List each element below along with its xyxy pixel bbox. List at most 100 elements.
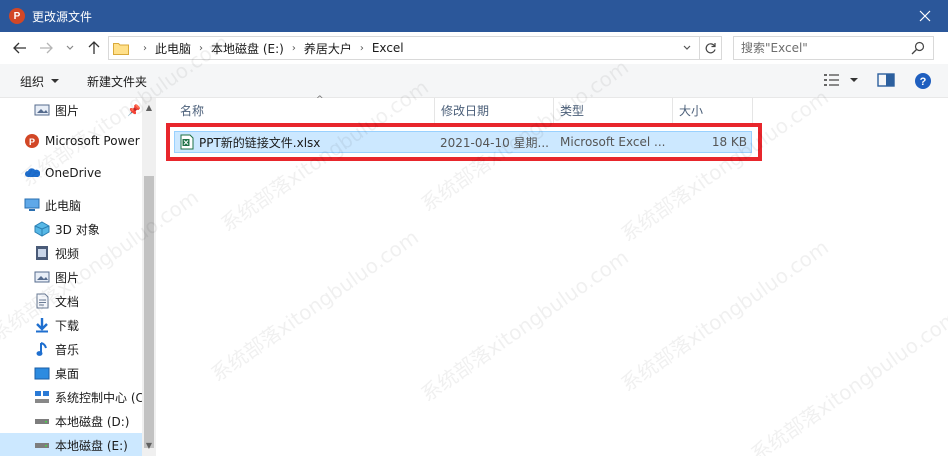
address-bar[interactable]: › 此电脑 › 本地磁盘 (E:) › 养居大户 › Excel bbox=[108, 36, 722, 60]
column-label: 修改日期 bbox=[441, 104, 490, 118]
svg-text:?: ? bbox=[920, 76, 927, 88]
pictures-icon bbox=[34, 269, 50, 285]
nav-item-label: 系统控制中心 (C bbox=[55, 390, 142, 405]
chevron-down-icon bbox=[850, 77, 858, 82]
nav-item-pictures-quick[interactable]: 图片 📌 bbox=[0, 98, 142, 122]
column-header-modified[interactable]: 修改日期 bbox=[435, 98, 554, 123]
breadcrumb-excel[interactable]: Excel bbox=[372, 41, 404, 55]
nav-item-pictures[interactable]: 图片 bbox=[0, 265, 142, 289]
nav-item-documents[interactable]: 文档 bbox=[0, 289, 142, 313]
nav-item-label: 音乐 bbox=[55, 342, 80, 357]
nav-item-label: 视频 bbox=[55, 246, 80, 261]
powerpoint-app-icon: P bbox=[9, 8, 25, 24]
back-button[interactable] bbox=[10, 38, 30, 58]
close-icon bbox=[919, 10, 931, 22]
nav-item-this-pc[interactable]: 此电脑 bbox=[0, 193, 142, 217]
nav-item-onedrive[interactable]: OneDrive bbox=[0, 161, 142, 185]
nav-item-label: Microsoft Power bbox=[45, 134, 140, 148]
help-button[interactable]: ? bbox=[914, 72, 932, 90]
documents-icon bbox=[34, 293, 50, 309]
powerpoint-icon: P bbox=[24, 133, 40, 149]
nav-item-powerpoint[interactable]: P Microsoft Power bbox=[0, 129, 142, 153]
file-size-cell: 18 KB bbox=[711, 135, 747, 149]
drive-icon bbox=[34, 413, 50, 429]
search-input[interactable] bbox=[741, 38, 911, 58]
breadcrumb-folder[interactable]: 养居大户 bbox=[304, 40, 352, 57]
breadcrumb-separator-icon: › bbox=[291, 42, 296, 54]
new-folder-label: 新建文件夹 bbox=[87, 75, 148, 89]
nav-item-downloads[interactable]: 下载 bbox=[0, 313, 142, 337]
nav-item-videos[interactable]: 视频 bbox=[0, 241, 142, 265]
refresh-icon bbox=[705, 42, 716, 53]
file-type-cell: Microsoft Excel ... bbox=[560, 135, 666, 149]
column-header-type[interactable]: 类型 bbox=[554, 98, 673, 123]
nav-item-label: 图片 bbox=[55, 270, 80, 285]
column-label: 类型 bbox=[560, 104, 585, 118]
breadcrumb-this-pc[interactable]: 此电脑 bbox=[155, 40, 191, 57]
desktop-icon bbox=[34, 365, 50, 381]
system-drive-icon bbox=[34, 389, 50, 405]
nav-item-label: 桌面 bbox=[55, 366, 80, 381]
breadcrumb-drive-e[interactable]: 本地磁盘 (E:) bbox=[211, 40, 284, 57]
scroll-up-icon[interactable]: ▲ bbox=[142, 100, 156, 114]
up-button[interactable] bbox=[84, 38, 104, 58]
organize-button[interactable]: 组织 bbox=[20, 73, 60, 90]
folder-icon bbox=[113, 42, 129, 55]
file-row[interactable]: PPT新的链接文件.xlsx 2021-04-10 星期... Microsof… bbox=[174, 131, 752, 153]
music-icon bbox=[34, 341, 50, 357]
view-options-button[interactable] bbox=[823, 72, 858, 88]
refresh-button[interactable] bbox=[699, 37, 721, 59]
nav-item-label: 下载 bbox=[55, 318, 80, 333]
nav-item-music[interactable]: 音乐 bbox=[0, 337, 142, 361]
pictures-icon bbox=[34, 102, 50, 118]
arrow-left-icon bbox=[13, 42, 26, 54]
recent-locations-button[interactable] bbox=[60, 38, 80, 58]
onedrive-icon bbox=[24, 165, 40, 181]
sort-ascending-icon: ^ bbox=[316, 95, 324, 105]
search-icon[interactable] bbox=[911, 41, 925, 58]
organize-label: 组织 bbox=[20, 75, 45, 89]
videos-icon bbox=[34, 245, 50, 261]
nav-item-label: OneDrive bbox=[45, 166, 102, 180]
svg-text:P: P bbox=[29, 137, 35, 147]
file-name: PPT新的链接文件.xlsx bbox=[199, 135, 321, 150]
nav-item-drive-d[interactable]: 本地磁盘 (D:) bbox=[0, 409, 142, 433]
file-modified-cell: 2021-04-10 星期... bbox=[440, 135, 549, 150]
3d-objects-icon bbox=[34, 221, 50, 237]
title-bar: P 更改源文件 bbox=[0, 0, 948, 32]
breadcrumb-separator-icon: › bbox=[199, 42, 204, 54]
nav-item-drive-c[interactable]: 系统控制中心 (C bbox=[0, 385, 142, 409]
close-button[interactable] bbox=[902, 0, 948, 32]
chevron-down-icon bbox=[683, 45, 691, 50]
arrow-right-icon bbox=[40, 42, 53, 54]
nav-item-3d-objects[interactable]: 3D 对象 bbox=[0, 217, 142, 241]
scrollbar-thumb[interactable] bbox=[144, 176, 154, 448]
forward-button[interactable] bbox=[36, 38, 56, 58]
address-row: › 此电脑 › 本地磁盘 (E:) › 养居大户 › Excel bbox=[0, 32, 948, 64]
file-name-cell: PPT新的链接文件.xlsx bbox=[180, 132, 435, 152]
arrow-up-icon bbox=[88, 41, 100, 54]
pin-icon[interactable]: 📌 bbox=[127, 104, 141, 117]
chevron-down-icon bbox=[66, 45, 74, 50]
new-folder-button[interactable]: 新建文件夹 bbox=[87, 73, 147, 90]
nav-item-label: 本地磁盘 (E:) bbox=[55, 438, 128, 453]
preview-pane-button[interactable] bbox=[877, 72, 895, 88]
excel-file-icon bbox=[180, 134, 194, 150]
nav-scrollbar[interactable]: ▲ ▼ bbox=[142, 98, 156, 456]
file-list: ^ 名称 修改日期 类型 大小 PPT新的链接文件.xlsx 2021-04-1… bbox=[156, 95, 948, 456]
window-title: 更改源文件 bbox=[32, 9, 93, 24]
search-box bbox=[733, 36, 934, 60]
address-dropdown-button[interactable] bbox=[679, 37, 695, 59]
nav-item-label: 文档 bbox=[55, 294, 80, 309]
breadcrumb-separator-icon: › bbox=[359, 42, 364, 54]
scroll-down-icon[interactable]: ▼ bbox=[142, 438, 156, 452]
nav-item-label: 图片 bbox=[55, 103, 80, 118]
nav-item-drive-e[interactable]: 本地磁盘 (E:) bbox=[0, 433, 142, 456]
navigation-pane: 图片 📌 P Microsoft Power OneDrive 此电脑 3D 对… bbox=[0, 98, 156, 456]
column-header-name[interactable]: ^ 名称 bbox=[174, 95, 435, 123]
column-label: 大小 bbox=[679, 104, 704, 118]
chevron-down-icon bbox=[51, 79, 60, 83]
nav-item-desktop[interactable]: 桌面 bbox=[0, 361, 142, 385]
downloads-icon bbox=[34, 317, 50, 333]
column-header-size[interactable]: 大小 bbox=[673, 98, 753, 123]
